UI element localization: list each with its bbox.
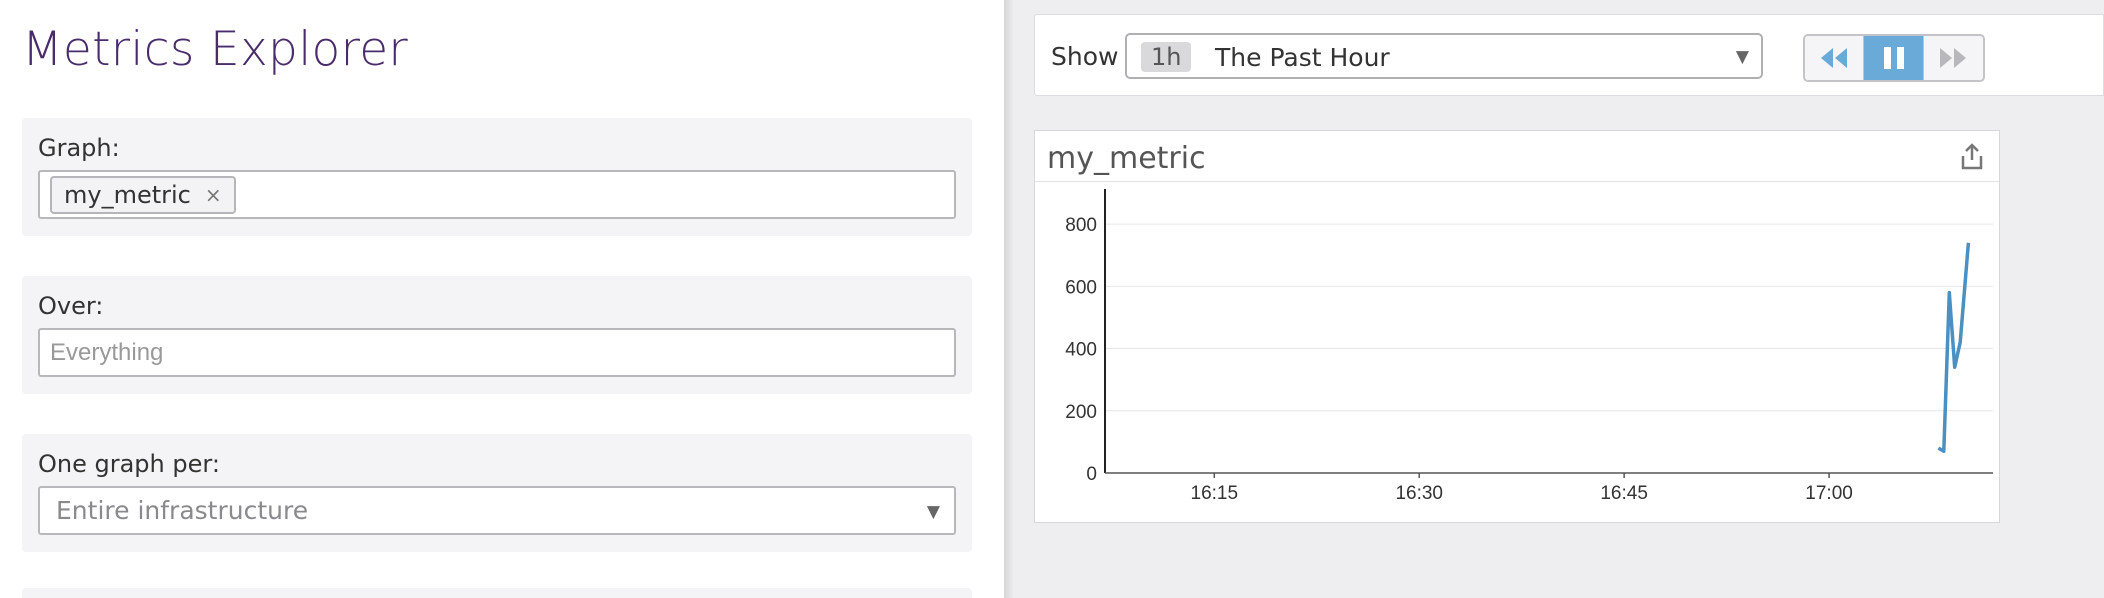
x-tick-label: 17:00 — [1805, 483, 1853, 504]
chevron-down-icon: ▼ — [1735, 47, 1749, 67]
fast-forward-button[interactable] — [1923, 36, 1983, 80]
over-placeholder: Everything — [50, 339, 164, 366]
graph-section: Graph: my_metric × — [22, 118, 972, 236]
over-label: Over: — [38, 292, 104, 320]
series-line — [1937, 242, 1971, 453]
time-toolbar: Show 1h The Past Hour ▼ — [1034, 14, 2104, 96]
line-chart: 0 200 400 600 800 16:15 16:30 16:45 17:00 — [1065, 189, 1993, 504]
remove-chip-icon[interactable]: × — [205, 183, 222, 207]
graph-label: Graph: — [38, 134, 120, 162]
over-input[interactable]: Everything — [38, 328, 956, 377]
metric-chip-label: my_metric — [64, 181, 191, 209]
y-tick-label: 0 — [1086, 464, 1097, 485]
fast-forward-icon — [1940, 48, 1967, 68]
chevron-down-icon: ▼ — [926, 502, 940, 522]
time-badge: 1h — [1141, 42, 1192, 72]
time-range-select[interactable]: 1h The Past Hour ▼ — [1125, 33, 1763, 79]
next-section — [22, 588, 972, 598]
page-title: Metrics Explorer — [22, 22, 409, 77]
y-tick-label: 200 — [1065, 402, 1097, 423]
time-range-value: The Past Hour — [1215, 43, 1390, 72]
x-tick-label: 16:45 — [1600, 483, 1648, 504]
over-section: Over: Everything — [22, 276, 972, 394]
metrics-explorer-panel: Metrics Explorer Graph: my_metric × Over… — [0, 0, 1004, 598]
share-icon[interactable] — [1959, 143, 1985, 171]
pause-icon — [1883, 47, 1904, 69]
x-tick-label: 16:30 — [1395, 483, 1443, 504]
graph-panel: Show 1h The Past Hour ▼ my_metric 0 200 … — [1014, 0, 2104, 598]
graph-title: my_metric — [1047, 141, 1206, 176]
graph-metric-input[interactable]: my_metric × — [38, 170, 956, 219]
x-tick-label: 16:15 — [1191, 483, 1239, 504]
y-tick-label: 400 — [1065, 340, 1097, 361]
graph-card: my_metric 0 200 400 600 800 16:15 16:30 16:45 17… — [1034, 130, 2000, 523]
per-label: One graph per: — [38, 450, 220, 478]
per-select[interactable]: Entire infrastructure ▼ — [38, 486, 956, 535]
playback-controls — [1803, 34, 1985, 82]
y-tick-label: 600 — [1065, 277, 1097, 298]
show-label: Show — [1051, 42, 1119, 71]
panel-divider — [1004, 0, 1014, 598]
rewind-icon — [1821, 48, 1848, 68]
rewind-button[interactable] — [1805, 36, 1865, 80]
metric-chip: my_metric × — [50, 176, 236, 214]
y-tick-label: 800 — [1065, 215, 1097, 236]
pause-button[interactable] — [1864, 36, 1924, 80]
per-select-value: Entire infrastructure — [56, 496, 309, 525]
per-section: One graph per: Entire infrastructure ▼ — [22, 434, 972, 552]
